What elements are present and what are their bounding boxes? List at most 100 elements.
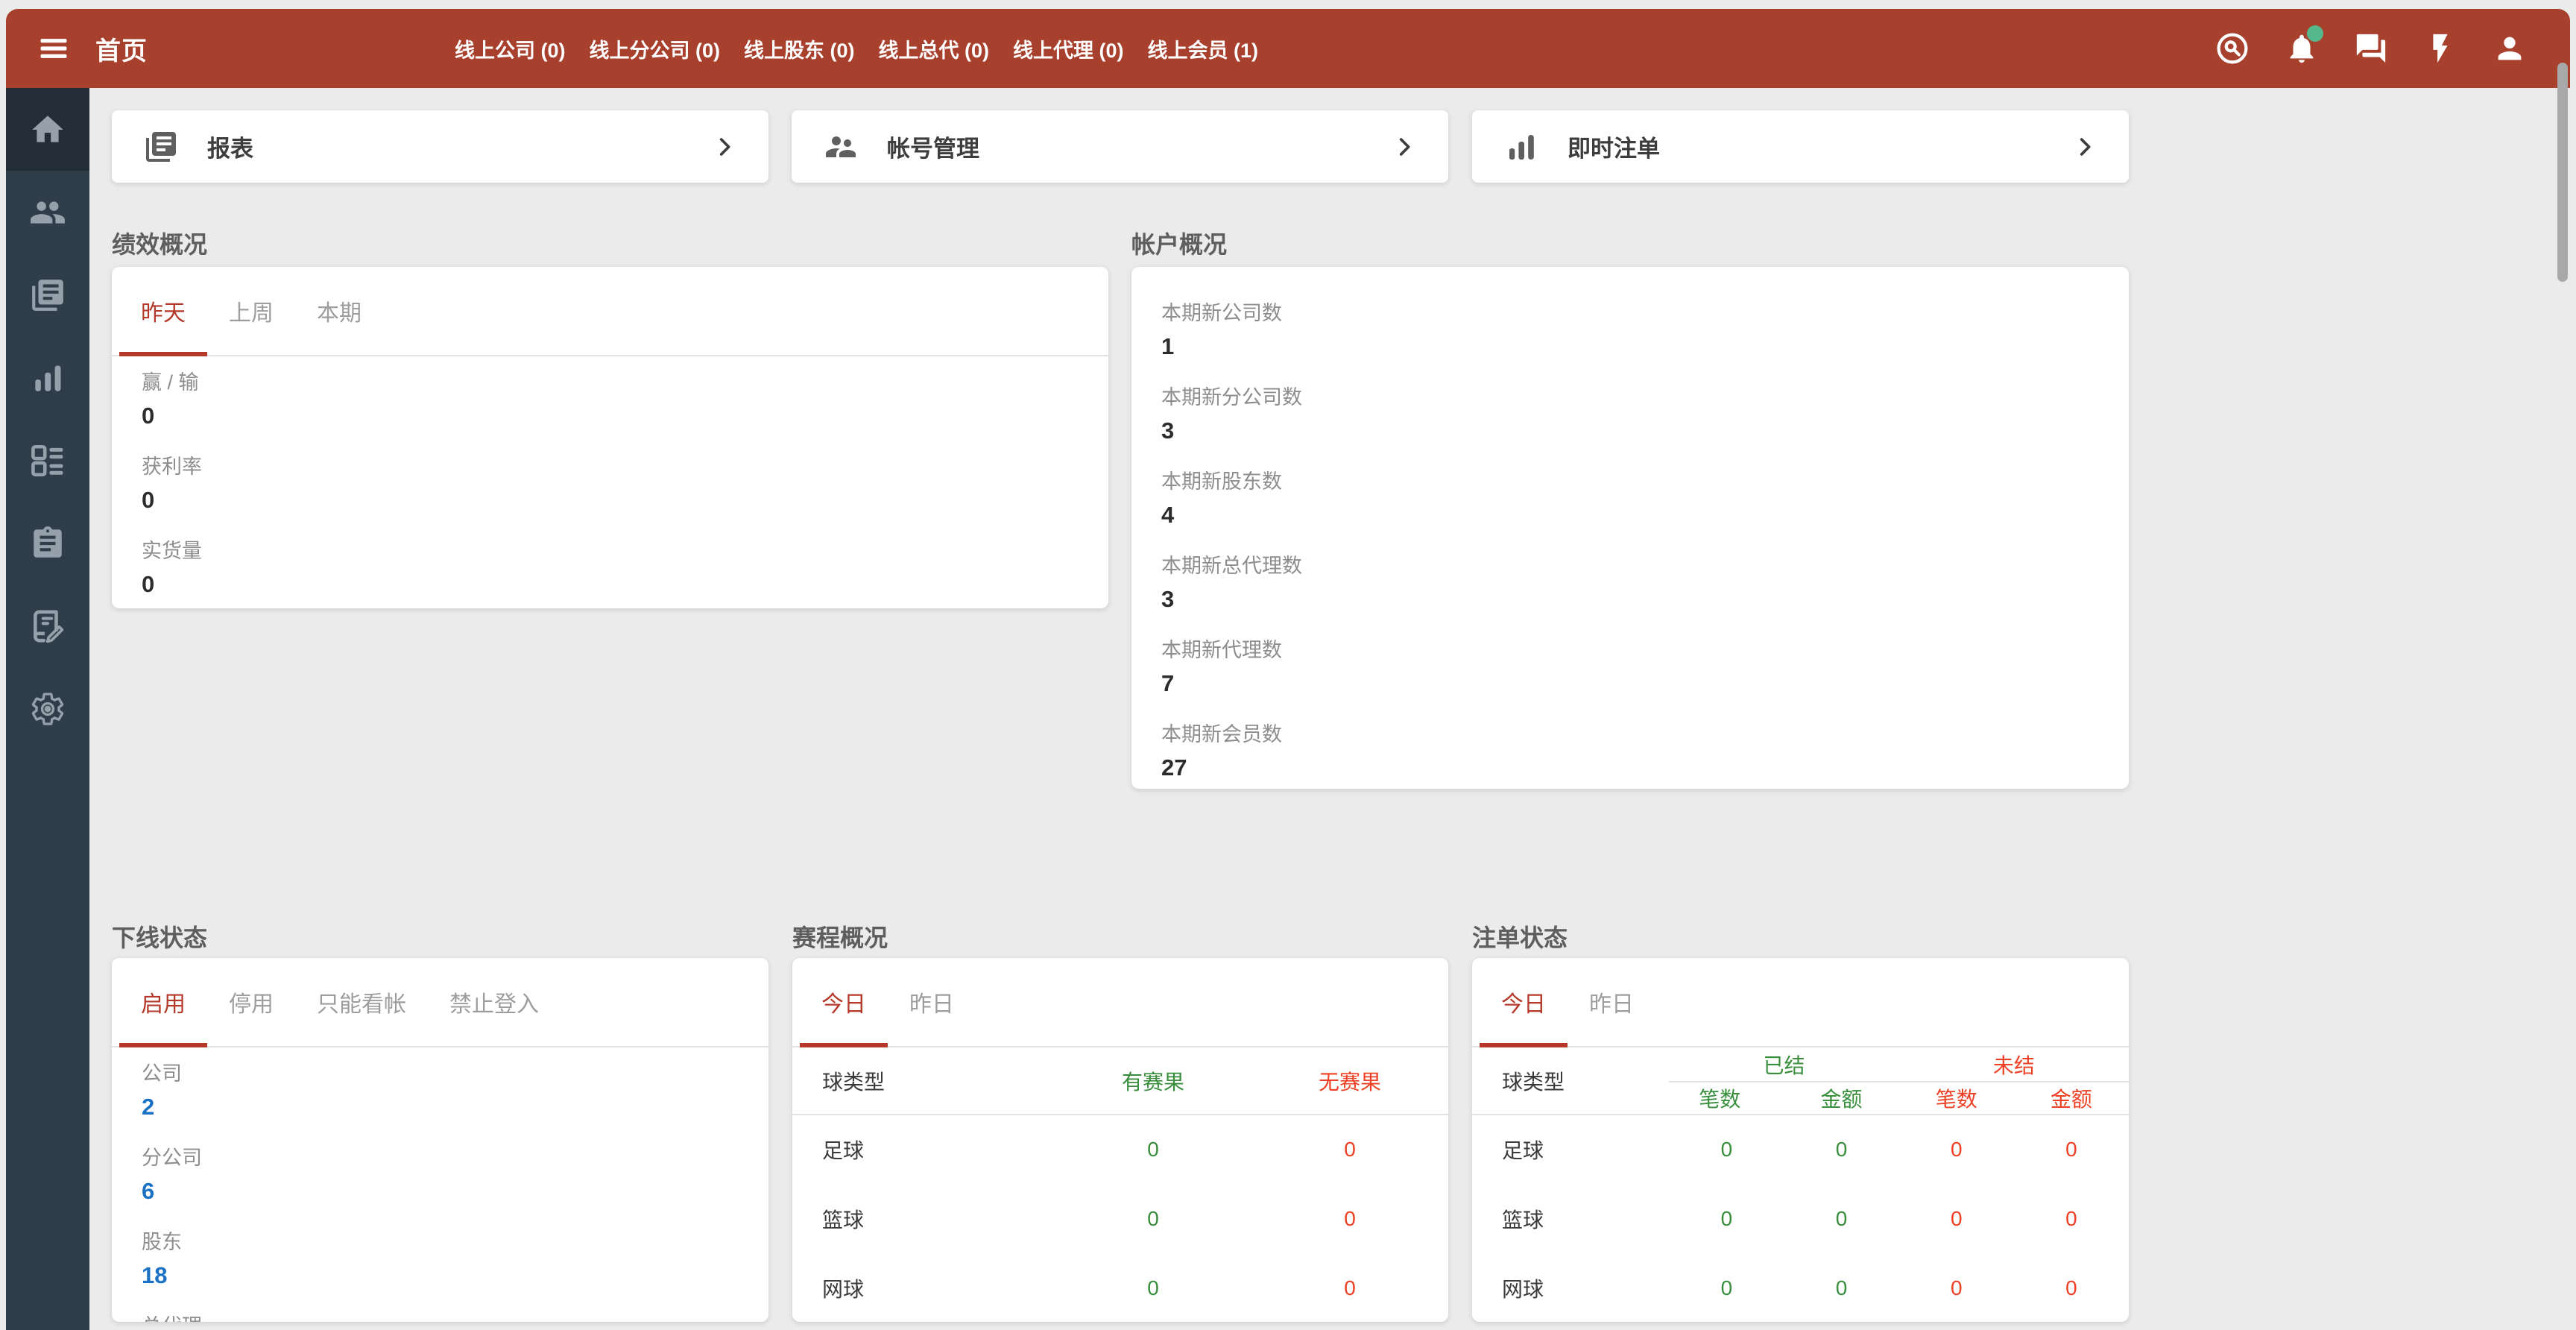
col-unsettled-count: 笔数 — [1899, 1082, 2014, 1115]
stat-new-shareholders: 本期新股东数 4 — [1161, 469, 2099, 530]
col-settled-amount: 金额 — [1784, 1082, 1898, 1115]
bar-chart-icon — [29, 359, 66, 397]
home-icon — [29, 111, 66, 148]
table-header-row: 球类型 有赛果 无赛果 — [792, 1047, 1448, 1115]
stat-shareholders: 股东 18 — [142, 1229, 739, 1290]
chevron-right-icon — [712, 134, 737, 160]
top-bar: 首页 线上公司 (0) 线上分公司 (0) 线上股东 (0) 线上总代 (0) … — [6, 9, 2570, 88]
sidebar — [6, 88, 89, 1330]
settings-gear-icon — [29, 690, 66, 728]
flash-icon — [2423, 31, 2457, 66]
quick-card-label: 报表 — [207, 130, 253, 163]
quick-actions-button[interactable] — [2423, 31, 2457, 66]
downline-stats: 公司 2 分公司 6 股东 18 总代理 — [112, 1047, 768, 1322]
tab-yesterday[interactable]: 昨天 — [119, 267, 207, 355]
documents-icon — [29, 277, 66, 314]
accounts-section-title: 帐户概况 — [1131, 230, 1227, 259]
tab-disabled[interactable]: 停用 — [207, 958, 295, 1046]
sidebar-item-statistics[interactable] — [6, 336, 89, 419]
sidebar-item-lists[interactable] — [6, 419, 89, 502]
topbar-actions — [2215, 31, 2570, 66]
tab-view-only[interactable]: 只能看帐 — [295, 958, 428, 1046]
quick-card-reports[interactable]: 报表 — [112, 110, 768, 183]
bets-table: 球类型 已结 未结 笔数 金额 笔数 金额 足球 0 0 0 0 — [1472, 1047, 2129, 1322]
sidebar-item-reports[interactable] — [6, 253, 89, 336]
nav-online-super-agent[interactable]: 线上总代 (0) — [879, 34, 990, 63]
menu-button[interactable] — [37, 32, 70, 65]
chat-icon — [2354, 31, 2388, 66]
col-sport-type: 球类型 — [1472, 1047, 1669, 1115]
table-row: 网球 0 0 0 0 — [1472, 1253, 2129, 1322]
notification-dot — [2307, 25, 2323, 42]
table-row: 网球 0 0 — [792, 1253, 1448, 1322]
users-icon — [29, 194, 66, 231]
live-bets-icon — [1503, 129, 1539, 165]
chevron-right-icon — [1392, 134, 1417, 160]
group-settled: 已结 — [1669, 1047, 1898, 1082]
schedule-tabs: 今日 昨日 — [792, 958, 1448, 1047]
performance-section-title: 绩效概况 — [112, 230, 207, 259]
bets-card: 今日 昨日 球类型 已结 未结 笔数 金额 笔数 金额 — [1472, 958, 2129, 1322]
schedule-card: 今日 昨日 球类型 有赛果 无赛果 足球 0 0 篮球 0 — [792, 958, 1448, 1322]
messages-button[interactable] — [2354, 31, 2388, 66]
accounts-stats: 本期新公司数 1 本期新分公司数 3 本期新股东数 4 本期新总代理数 3 本期… — [1131, 267, 2129, 783]
performance-card: 昨天 上周 本期 赢 / 输 0 获利率 0 实货量 0 — [112, 267, 1108, 608]
accounts-card: 本期新公司数 1 本期新分公司数 3 本期新股东数 4 本期新总代理数 3 本期… — [1131, 267, 2129, 789]
vertical-scrollbar-thumb[interactable] — [2557, 63, 2568, 282]
group-unsettled: 未结 — [1899, 1047, 2129, 1082]
sidebar-item-ledger[interactable] — [6, 584, 89, 667]
search-button[interactable] — [2215, 31, 2250, 66]
col-without-result: 无赛果 — [1251, 1047, 1448, 1115]
performance-tabs: 昨天 上周 本期 — [112, 267, 1108, 356]
performance-stats: 赢 / 输 0 获利率 0 实货量 0 — [112, 356, 1108, 599]
person-icon — [2493, 31, 2527, 66]
tab-this-period[interactable]: 本期 — [295, 267, 383, 355]
col-unsettled-amount: 金额 — [2014, 1082, 2129, 1115]
quick-card-live-bets[interactable]: 即时注单 — [1472, 110, 2129, 183]
bets-section-title: 注单状态 — [1472, 923, 1568, 953]
clipboard-icon — [29, 525, 66, 562]
tab-today[interactable]: 今日 — [1480, 958, 1568, 1046]
nav-online-branch[interactable]: 线上分公司 (0) — [590, 34, 721, 63]
col-settled-count: 笔数 — [1669, 1082, 1784, 1115]
tab-enabled[interactable]: 启用 — [119, 958, 207, 1046]
report-icon — [143, 129, 179, 165]
stat-new-members: 本期新会员数 27 — [1161, 722, 2099, 783]
stat-new-super-agents: 本期新总代理数 3 — [1161, 553, 2099, 614]
search-icon — [2215, 31, 2250, 66]
tab-last-week[interactable]: 上周 — [207, 267, 295, 355]
tab-login-forbidden[interactable]: 禁止登入 — [428, 958, 561, 1046]
hamburger-icon — [37, 32, 70, 65]
tab-yesterday[interactable]: 昨日 — [888, 958, 976, 1046]
quick-card-label: 帐号管理 — [887, 130, 979, 163]
quick-card-account-management[interactable]: 帐号管理 — [792, 110, 1448, 183]
page-title: 首页 — [95, 31, 148, 67]
tab-today[interactable]: 今日 — [800, 958, 888, 1046]
nav-online-shareholder[interactable]: 线上股东 (0) — [744, 34, 855, 63]
schedule-table: 球类型 有赛果 无赛果 足球 0 0 篮球 0 0 网球 0 — [792, 1047, 1448, 1322]
sidebar-item-settings[interactable] — [6, 667, 89, 750]
quick-card-label: 即时注单 — [1568, 130, 1660, 163]
account-management-icon — [823, 129, 859, 165]
stat-new-companies: 本期新公司数 1 — [1161, 300, 2099, 362]
notifications-button[interactable] — [2285, 31, 2319, 66]
table-group-header-row: 球类型 已结 未结 — [1472, 1047, 2129, 1082]
nav-online-company[interactable]: 线上公司 (0) — [455, 34, 566, 63]
sidebar-item-tasks[interactable] — [6, 502, 89, 584]
sidebar-item-home[interactable] — [6, 88, 89, 171]
table-row: 篮球 0 0 0 0 — [1472, 1184, 2129, 1253]
dashboard: 首页 线上公司 (0) 线上分公司 (0) 线上股东 (0) 线上总代 (0) … — [0, 0, 2576, 1330]
online-counters-nav: 线上公司 (0) 线上分公司 (0) 线上股东 (0) 线上总代 (0) 线上代… — [455, 9, 1258, 88]
stat-new-agents: 本期新代理数 7 — [1161, 637, 2099, 699]
col-sport-type: 球类型 — [792, 1047, 1055, 1115]
stat-branches: 分公司 6 — [142, 1145, 739, 1206]
account-button[interactable] — [2493, 31, 2527, 66]
nav-online-member[interactable]: 线上会员 (1) — [1148, 34, 1259, 63]
nav-online-agent[interactable]: 线上代理 (0) — [1013, 34, 1124, 63]
stat-turnover: 实货量 0 — [142, 538, 1079, 599]
sidebar-item-members[interactable] — [6, 171, 89, 253]
list-icon — [29, 442, 66, 479]
stat-win-loss: 赢 / 输 0 — [142, 370, 1079, 431]
tab-yesterday[interactable]: 昨日 — [1568, 958, 1655, 1046]
ledger-edit-icon — [29, 608, 66, 645]
